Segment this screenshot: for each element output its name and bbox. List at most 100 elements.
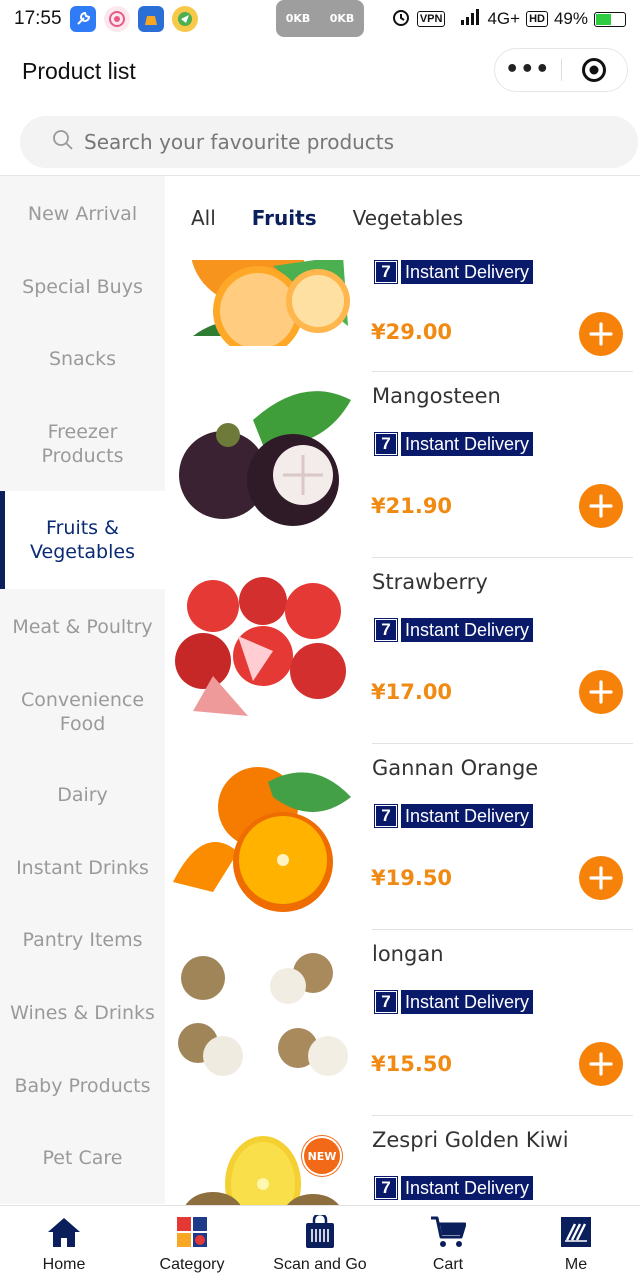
sidebar-item-label: Baby Products: [14, 1074, 151, 1097]
sidebar-item-convenience-food[interactable]: Convenience Food: [0, 664, 165, 759]
me-icon: [558, 1214, 594, 1250]
add-to-cart-button[interactable]: [579, 1042, 623, 1086]
status-time: 17:55: [14, 8, 62, 29]
product-item[interactable]: 7 Instant Delivery ¥29.00: [165, 250, 640, 372]
scan-bag-icon: [302, 1214, 338, 1250]
page-header: Product list •••: [0, 38, 640, 106]
more-dots-icon[interactable]: •••: [495, 48, 561, 92]
seven-eleven-logo: 7: [374, 804, 398, 828]
product-name: Strawberry: [372, 570, 488, 594]
product-name: longan: [372, 942, 444, 966]
nav-me[interactable]: Me: [512, 1206, 640, 1280]
sidebar-item-fruits-vegetables[interactable]: Fruits & Vegetables: [0, 491, 165, 589]
cart-icon: [430, 1214, 466, 1250]
add-to-cart-button[interactable]: [579, 312, 623, 356]
hd-badge: HD: [526, 11, 548, 27]
mini-program-capsule: •••: [494, 48, 628, 92]
vpn-badge: VPN: [416, 11, 446, 27]
product-image-strawberry: [173, 566, 353, 726]
page-title: Product list: [22, 58, 136, 84]
bag-app-icon: [137, 6, 164, 32]
product-item[interactable]: NEW Zespri Golden Kiwi 7 Instant Deliver…: [165, 1116, 640, 1205]
sidebar-item-label: Pet Care: [42, 1147, 123, 1169]
network-speed-indicator: 0KB 0KB: [276, 0, 364, 37]
sidebar-item-pantry-items[interactable]: Pantry Items: [0, 904, 165, 976]
sidebar-item-meat-poultry[interactable]: Meat & Poultry: [0, 589, 165, 664]
badge-text: Instant Delivery: [401, 990, 534, 1014]
nav-cart[interactable]: Cart: [384, 1206, 512, 1280]
product-price: ¥29.00: [371, 320, 453, 344]
seven-eleven-logo: 7: [374, 260, 398, 284]
product-name: Mangosteen: [372, 384, 501, 408]
product-item[interactable]: Mangosteen 7 Instant Delivery ¥21.90: [165, 372, 640, 558]
tab-fruits[interactable]: Fruits: [252, 206, 317, 230]
category-sidebar: New Arrival Special Buys Snacks Freezer …: [0, 176, 165, 1204]
sidebar-item-label: Pantry Items: [22, 929, 143, 951]
product-item[interactable]: longan 7 Instant Delivery ¥15.50: [165, 930, 640, 1116]
sidebar-item-label: Freezer Products: [41, 420, 124, 467]
product-name: Zespri Golden Kiwi: [372, 1128, 569, 1152]
product-price: ¥15.50: [371, 1052, 453, 1076]
nav-label: Category: [159, 1256, 225, 1273]
sidebar-item-pet-care[interactable]: Pet Care: [0, 1122, 165, 1194]
product-item[interactable]: Strawberry 7 Instant Delivery ¥17.00: [165, 558, 640, 744]
instant-delivery-badge: 7 Instant Delivery: [374, 1176, 534, 1200]
battery-icon: [594, 11, 626, 27]
search-placeholder: Search your favourite products: [84, 130, 395, 154]
sidebar-item-instant-drinks[interactable]: Instant Drinks: [0, 831, 165, 904]
network-type: 4G+: [487, 9, 521, 28]
product-image-mangosteen: [173, 380, 353, 540]
target-icon[interactable]: [562, 57, 628, 83]
badge-text: Instant Delivery: [401, 804, 534, 828]
sidebar-item-special-buys[interactable]: Special Buys: [0, 252, 165, 322]
location-app-icon: [171, 6, 198, 32]
product-image-gannan-orange: [173, 752, 353, 912]
sidebar-item-snacks[interactable]: Snacks: [0, 322, 165, 396]
seven-eleven-logo: 7: [374, 432, 398, 456]
nav-label: Cart: [432, 1256, 464, 1273]
sidebar-item-new-arrival[interactable]: New Arrival: [0, 176, 165, 252]
instant-delivery-badge: 7 Instant Delivery: [374, 260, 534, 284]
product-item[interactable]: Gannan Orange 7 Instant Delivery ¥19.50: [165, 744, 640, 930]
product-price: ¥21.90: [371, 494, 453, 518]
sidebar-item-label: Fruits & Vegetables: [30, 517, 135, 563]
sidebar-item-label: Special Buys: [22, 276, 143, 298]
instant-delivery-badge: 7 Instant Delivery: [374, 990, 534, 1014]
subcategory-tabs: All Fruits Vegetables: [165, 176, 640, 260]
status-right: VPN 4G+ HD 49%: [391, 0, 626, 38]
product-image-orange: [173, 250, 353, 346]
sidebar-item-wines-drinks[interactable]: Wines & Drinks: [0, 976, 165, 1049]
badge-text: Instant Delivery: [401, 618, 534, 642]
nav-label: Home: [42, 1256, 86, 1273]
sidebar-item-baby-products[interactable]: Baby Products: [0, 1049, 165, 1122]
bottom-nav: Home Category Scan and Go Cart Me: [0, 1205, 640, 1280]
nav-home[interactable]: Home: [0, 1206, 128, 1280]
sidebar-item-freezer-products[interactable]: Freezer Products: [0, 396, 165, 491]
search-icon: [52, 129, 74, 155]
new-tag: NEW: [302, 1136, 342, 1176]
status-bar: 17:55 0KB 0KB VPN 4G+ HD 49%: [0, 0, 640, 38]
seven-eleven-logo: 7: [374, 990, 398, 1014]
add-to-cart-button[interactable]: [579, 484, 623, 528]
sidebar-item-label: Snacks: [48, 348, 117, 370]
add-to-cart-button[interactable]: [579, 856, 623, 900]
search-input[interactable]: Search your favourite products: [20, 116, 638, 168]
instant-delivery-badge: 7 Instant Delivery: [374, 804, 534, 828]
wrench-app-icon: [69, 6, 96, 32]
product-image-longan: [173, 938, 353, 1098]
sidebar-item-label: Instant Drinks: [16, 856, 149, 879]
radio-app-icon: [103, 6, 130, 32]
badge-text: Instant Delivery: [401, 432, 534, 456]
seven-eleven-logo: 7: [374, 618, 398, 642]
tab-all[interactable]: All: [191, 206, 216, 230]
speed-right: 0KB: [329, 12, 355, 25]
tab-vegetables[interactable]: Vegetables: [353, 206, 464, 230]
speed-left: 0KB: [285, 12, 311, 25]
nav-scan-and-go[interactable]: Scan and Go: [256, 1206, 384, 1280]
nav-category[interactable]: Category: [128, 1206, 256, 1280]
product-price: ¥19.50: [371, 866, 453, 890]
add-to-cart-button[interactable]: [579, 670, 623, 714]
signal-icon: [451, 8, 481, 31]
product-list: 7 Instant Delivery ¥29.00 Mangosteen 7 I…: [165, 250, 640, 1205]
sidebar-item-dairy[interactable]: Dairy: [0, 759, 165, 831]
